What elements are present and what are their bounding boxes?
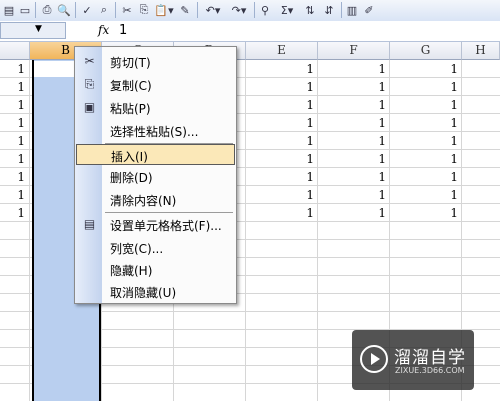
- cell-f1[interactable]: 1: [374, 60, 386, 78]
- cell-f5[interactable]: 1: [374, 132, 386, 150]
- menu-item-label: 复制(C): [110, 79, 152, 93]
- cell-g6[interactable]: 1: [446, 150, 458, 168]
- menu-item-clear-contents[interactable]: 清除内容(N): [76, 189, 235, 210]
- cell-f3[interactable]: 1: [374, 96, 386, 114]
- cell-e3[interactable]: 1: [302, 96, 314, 114]
- cut-icon: ✂: [84, 54, 95, 68]
- menu-item-cut[interactable]: ✂ 剪切(T): [76, 51, 235, 72]
- print-icon[interactable]: ⎙: [40, 2, 54, 18]
- menu-item-paste-special[interactable]: 选择性粘贴(S)...: [76, 120, 235, 141]
- autosum-icon[interactable]: Σ▾: [276, 2, 298, 18]
- cell-g2[interactable]: 1: [446, 78, 458, 96]
- cell-f2[interactable]: 1: [374, 78, 386, 96]
- menu-item-label: 隐藏(H): [110, 264, 153, 278]
- cell-e9[interactable]: 1: [302, 204, 314, 222]
- cell-e1[interactable]: 1: [302, 60, 314, 78]
- chevron-down-icon[interactable]: ▼: [35, 24, 42, 34]
- watermark-title: 溜溜自学: [394, 348, 466, 368]
- open-icon[interactable]: ▭: [18, 2, 32, 18]
- menu-item-column-width[interactable]: 列宽(C)...: [76, 237, 235, 258]
- menu-item-paste[interactable]: ▣ 粘贴(P): [76, 97, 235, 118]
- new-icon[interactable]: ▤: [2, 2, 16, 18]
- format-painter-icon[interactable]: ✎: [178, 2, 192, 18]
- column-header-f[interactable]: F: [318, 42, 390, 60]
- menu-item-copy[interactable]: ⎘ 复制(C): [76, 74, 235, 95]
- menu-item-label: 取消隐藏(U): [110, 286, 177, 300]
- formula-bar: ▼ fx 1: [0, 21, 500, 42]
- cell-e6[interactable]: 1: [302, 150, 314, 168]
- sort-descending-icon[interactable]: ⇵: [321, 2, 337, 18]
- cell-e4[interactable]: 1: [302, 114, 314, 132]
- formula-input[interactable]: 1: [119, 23, 127, 38]
- cell-a2[interactable]: 1: [13, 78, 25, 96]
- cell-g9[interactable]: 1: [446, 204, 458, 222]
- cell-a6[interactable]: 1: [13, 150, 25, 168]
- play-icon: [360, 345, 388, 373]
- menu-item-label: 插入(I): [111, 150, 148, 164]
- cut-toolbar-icon[interactable]: ✂: [120, 2, 134, 18]
- cell-e8[interactable]: 1: [302, 186, 314, 204]
- copy-icon: ⎘: [84, 77, 95, 91]
- menu-item-unhide[interactable]: 取消隐藏(U): [76, 281, 235, 302]
- cell-f6[interactable]: 1: [374, 150, 386, 168]
- research-icon[interactable]: ⌕: [97, 2, 111, 18]
- redo-icon[interactable]: ↷▾: [228, 2, 250, 18]
- sort-ascending-icon[interactable]: ⇅: [302, 2, 318, 18]
- fx-icon[interactable]: fx: [98, 23, 109, 37]
- print-preview-icon[interactable]: 🔍: [57, 2, 71, 18]
- chart-wizard-icon[interactable]: ▥: [345, 2, 359, 18]
- menu-item-hide[interactable]: 隐藏(H): [76, 259, 235, 280]
- cell-g7[interactable]: 1: [446, 168, 458, 186]
- hyperlink-icon[interactable]: ⚲: [258, 2, 272, 18]
- paste-icon: ▣: [83, 100, 96, 114]
- cell-a5[interactable]: 1: [13, 132, 25, 150]
- cell-a3[interactable]: 1: [13, 96, 25, 114]
- cell-a7[interactable]: 1: [13, 168, 25, 186]
- context-menu: ✂ 剪切(T) ⎘ 复制(C) ▣ 粘贴(P) 选择性粘贴(S)... 插入(I…: [74, 46, 237, 304]
- cell-a1[interactable]: 1: [13, 60, 25, 78]
- cell-f7[interactable]: 1: [374, 168, 386, 186]
- cell-g8[interactable]: 1: [446, 186, 458, 204]
- cell-f9[interactable]: 1: [374, 204, 386, 222]
- cell-a8[interactable]: 1: [13, 186, 25, 204]
- cell-g1[interactable]: 1: [446, 60, 458, 78]
- cell-e5[interactable]: 1: [302, 132, 314, 150]
- menu-item-label: 选择性粘贴(S)...: [110, 125, 199, 139]
- cell-f4[interactable]: 1: [374, 114, 386, 132]
- cell-e7[interactable]: 1: [302, 168, 314, 186]
- watermark-subtitle: ZIXUE.3D66.COM: [395, 366, 465, 375]
- menu-item-label: 设置单元格格式(F)...: [110, 219, 222, 233]
- menu-item-label: 列宽(C)...: [110, 242, 164, 256]
- menu-item-insert[interactable]: 插入(I): [76, 144, 235, 165]
- name-box[interactable]: ▼: [0, 22, 66, 39]
- cell-g5[interactable]: 1: [446, 132, 458, 150]
- copy-toolbar-icon[interactable]: ⎘: [137, 2, 151, 18]
- cell-e2[interactable]: 1: [302, 78, 314, 96]
- menu-item-label: 删除(D): [110, 171, 153, 185]
- column-header-h[interactable]: H: [462, 42, 500, 60]
- menu-item-delete[interactable]: 删除(D): [76, 166, 235, 187]
- toolbar: ▤ ▭ ⎙ 🔍 ✓ ⌕ ✂ ⎘ 📋▾ ✎ ↶▾ ↷▾ ⚲ Σ▾ ⇅ ⇵ ▥ ✐: [0, 0, 500, 22]
- cell-a9[interactable]: 1: [13, 204, 25, 222]
- menu-item-label: 剪切(T): [110, 56, 151, 70]
- drawing-icon[interactable]: ✐: [362, 2, 376, 18]
- menu-separator: [105, 212, 233, 213]
- menu-item-format-cells[interactable]: ▤ 设置单元格格式(F)...: [76, 214, 235, 235]
- cell-a4[interactable]: 1: [13, 114, 25, 132]
- select-all-corner[interactable]: [0, 42, 30, 60]
- paste-toolbar-icon[interactable]: 📋▾: [154, 2, 174, 18]
- menu-item-label: 清除内容(N): [110, 194, 177, 208]
- undo-icon[interactable]: ↶▾: [202, 2, 224, 18]
- watermark-logo: 溜溜自学 ZIXUE.3D66.COM: [352, 330, 474, 390]
- cell-g3[interactable]: 1: [446, 96, 458, 114]
- column-header-g[interactable]: G: [390, 42, 462, 60]
- format-cells-icon: ▤: [83, 217, 96, 231]
- spelling-icon[interactable]: ✓: [80, 2, 94, 18]
- cell-g4[interactable]: 1: [446, 114, 458, 132]
- cell-f8[interactable]: 1: [374, 186, 386, 204]
- menu-item-label: 粘贴(P): [110, 102, 151, 116]
- column-header-e[interactable]: E: [246, 42, 318, 60]
